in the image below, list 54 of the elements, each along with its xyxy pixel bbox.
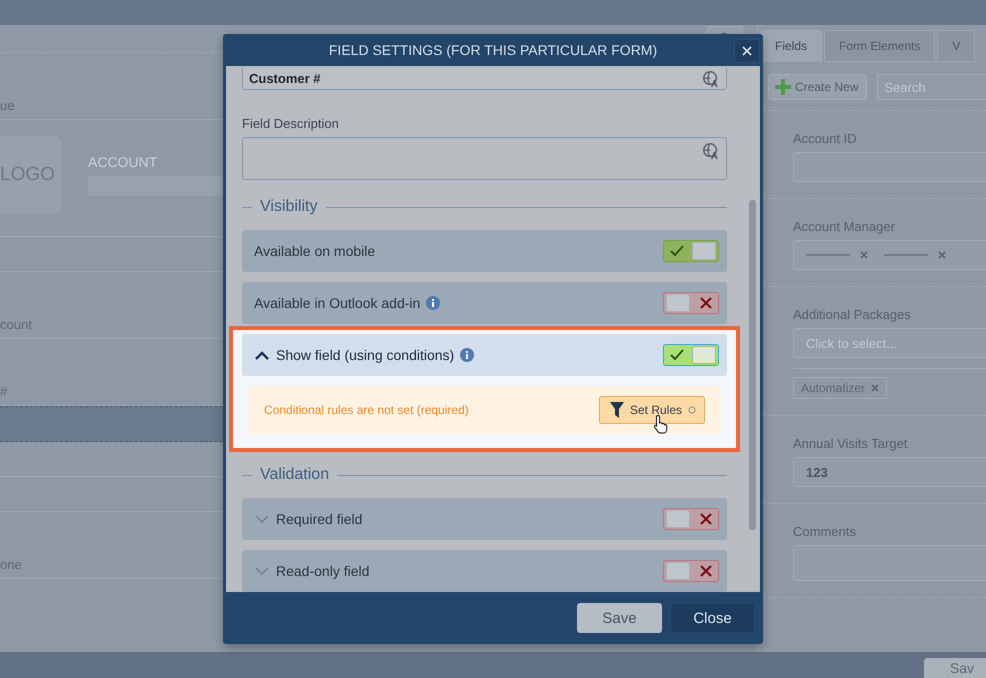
translate-icon[interactable] [702, 142, 720, 160]
field-label: Additional Packages [793, 307, 912, 322]
field-label: Field Description [242, 116, 340, 132]
scrollbar[interactable] [749, 200, 756, 530]
setting-label: Available on mobile [254, 243, 376, 259]
cross-icon [700, 297, 712, 309]
toggle-switch[interactable] [663, 240, 719, 262]
setting-label: Read-only field [276, 563, 370, 579]
field-label: Comments [793, 524, 857, 539]
panel-tab[interactable]: V [937, 30, 976, 62]
setting-label: Required field [276, 511, 362, 527]
filter-icon [610, 402, 624, 418]
toggle-switch[interactable] [663, 560, 719, 582]
field-label: Annual Visits Target [793, 436, 908, 451]
remove-icon[interactable] [938, 251, 946, 259]
close-button[interactable] [734, 39, 760, 63]
panel-tab[interactable]: Form Elements [824, 30, 936, 62]
cross-icon [700, 565, 712, 577]
toggle-switch[interactable] [663, 344, 719, 366]
remove-icon[interactable] [860, 251, 868, 259]
translate-icon[interactable] [702, 70, 720, 88]
toggle-switch[interactable] [663, 292, 719, 314]
save-button[interactable]: Save [577, 603, 662, 633]
info-icon[interactable] [460, 348, 474, 362]
warning-text: Conditional rules are not set (required) [264, 403, 469, 417]
chevron-up-icon[interactable] [254, 350, 270, 360]
section-title: Validation [260, 466, 330, 484]
dialog-title: FIELD SETTINGS (FOR THIS PARTICULAR FORM) [328, 42, 658, 58]
hand-cursor-icon [653, 414, 669, 434]
field-label: Account ID [793, 131, 858, 146]
remove-icon[interactable] [871, 384, 880, 392]
create-new-button[interactable]: Create New [768, 74, 868, 100]
status-dot-icon [688, 406, 696, 414]
field-label: # [0, 384, 8, 399]
toggle-switch[interactable] [663, 508, 719, 530]
cross-icon [700, 513, 712, 525]
plus-icon [775, 79, 791, 95]
field-label: Account Manager [793, 219, 896, 234]
account-caption: ACCOUNT [88, 154, 158, 170]
text-field[interactable]: 123 [793, 457, 986, 487]
info-icon[interactable] [426, 296, 440, 310]
save-button[interactable]: Sav [924, 658, 986, 678]
panel-tab[interactable]: Fields [760, 30, 822, 62]
check-icon [670, 349, 684, 361]
field-name-input[interactable]: Customer # [242, 68, 727, 90]
set-rules-button[interactable]: Set Rules [598, 396, 705, 424]
user-select-field[interactable] [793, 240, 986, 270]
close-dialog-button[interactable]: Close [670, 603, 755, 633]
setting-label: Available in Outlook add-in [254, 295, 420, 311]
section-title: Visibility [260, 198, 318, 216]
setting-label: Show field (using conditions) [276, 347, 454, 363]
check-icon [670, 245, 684, 257]
description-field[interactable] [242, 137, 727, 180]
close-icon [742, 46, 752, 56]
